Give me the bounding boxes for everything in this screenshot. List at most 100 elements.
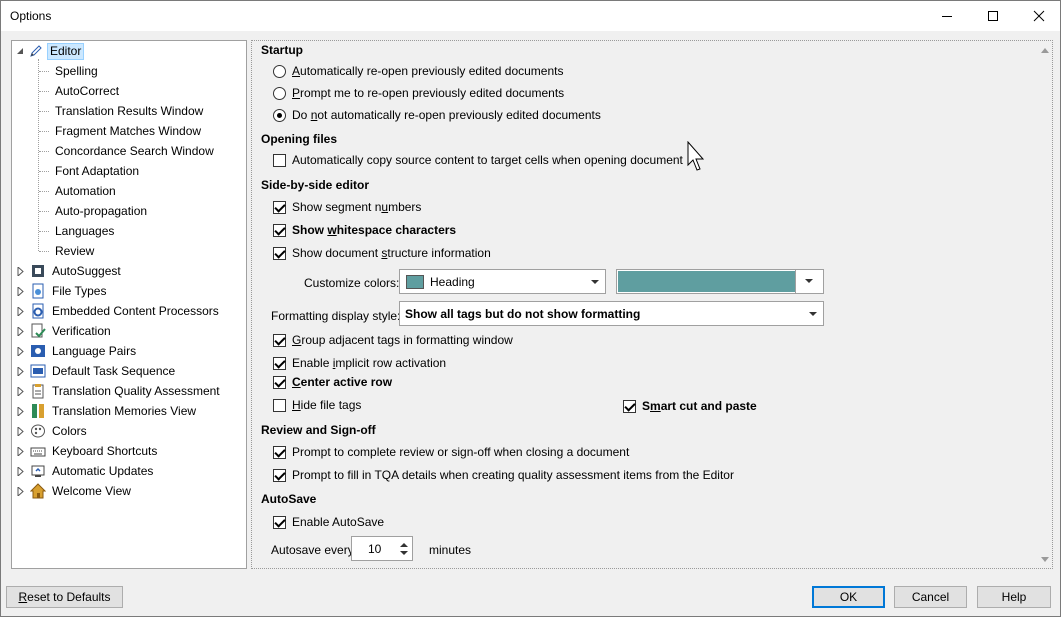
tree-item-languages[interactable]: Languages [39,221,117,241]
formatting-style-dropdown[interactable]: Show all tags but do not show formatting [399,301,824,326]
tree-item-automatic-updates[interactable]: Automatic Updates [16,461,156,481]
verification-icon [31,323,46,338]
radio-button[interactable] [273,86,286,100]
tree-item-automation[interactable]: Automation [39,181,119,201]
close-button[interactable] [1016,1,1061,31]
stepper-up-icon[interactable] [400,543,408,547]
ok-button[interactable]: OK [812,586,885,608]
checkbox-smart-cut-paste[interactable]: Smart cut and paste [623,399,757,413]
maximize-button[interactable] [970,1,1016,31]
collapsed-arrow-icon [17,466,24,476]
checkbox-prompt-tqa[interactable]: Prompt to fill in TQA details when creat… [273,468,734,482]
radio-do-not-reopen[interactable]: Do not automatically re-open previously … [273,108,601,122]
tree-item-translation-results-window[interactable]: Translation Results Window [39,101,206,121]
autosave-interval-value[interactable]: 10 [368,542,381,556]
tree-item-editor[interactable]: Editor [16,41,85,61]
radio-button[interactable] [273,64,286,78]
checkbox[interactable] [273,356,286,370]
checkbox[interactable] [273,398,286,412]
checkbox-show-structure[interactable]: Show document structure information [273,246,491,260]
checkbox-implicit-row[interactable]: Enable implicit row activation [273,356,446,370]
radio-button[interactable] [273,108,286,122]
formatting-style-value: Show all tags but do not show formatting [405,306,641,321]
tree-item-review[interactable]: Review [39,241,97,261]
stepper-down-icon[interactable] [400,551,408,555]
checkbox[interactable] [273,246,286,260]
title-bar: Options [1,1,1060,31]
tree-item-welcome-view[interactable]: Welcome View [16,481,134,501]
radio-label: Prompt me to re-open previously edited d… [292,86,565,100]
tree-item-autocorrect[interactable]: AutoCorrect [39,81,122,101]
collapsed-arrow-icon [17,406,24,416]
home-icon [30,483,46,499]
autosave-interval-stepper[interactable]: 10 [351,536,413,561]
button-label: Reset to Defaults [18,590,111,604]
checkbox-show-segment-numbers[interactable]: Show segment numbers [273,200,421,214]
radio-prompt-reopen[interactable]: Prompt me to re-open previously edited d… [273,86,564,100]
tree-item-autosuggest[interactable]: AutoSuggest [16,261,124,281]
scroll-up-icon[interactable] [1041,48,1049,53]
tree-item-label: Translation Memories View [52,403,197,418]
radio-label: Automatically re-open previously edited … [292,64,564,78]
radio-auto-reopen[interactable]: Automatically re-open previously edited … [273,64,564,78]
checkbox[interactable] [273,223,286,237]
tree-item-fragment-matches-window[interactable]: Fragment Matches Window [39,121,204,141]
chevron-down-icon [591,280,599,284]
tree-item-translation-quality-assessment[interactable]: Translation Quality Assessment [16,381,223,401]
customize-colors-label: Customize colors: [304,276,400,290]
checkbox-enable-autosave[interactable]: Enable AutoSave [273,515,384,529]
tree-item-concordance-search-window[interactable]: Concordance Search Window [39,141,217,161]
color-picker-button[interactable] [616,269,824,294]
tree-item-default-task-sequence[interactable]: Default Task Sequence [16,361,178,381]
checkbox[interactable] [623,399,636,413]
section-opening-files-heading: Opening files [261,132,338,146]
tree-item-label: Editor [47,42,85,60]
file-types-icon [32,283,44,299]
tree-item-file-types[interactable]: File Types [16,281,109,301]
checkbox-label: Show segment numbers [292,200,422,214]
checkbox-label: Enable AutoSave [292,515,385,529]
color-picker-dropdown[interactable] [795,270,823,293]
checkbox-hide-file-tags[interactable]: Hide file tags [273,398,361,412]
reset-to-defaults-button[interactable]: Reset to Defaults [6,586,123,608]
tree-item-label: Language Pairs [52,343,137,358]
checkbox[interactable] [273,200,286,214]
checkbox[interactable] [273,333,286,347]
tree-item-verification[interactable]: Verification [16,321,114,341]
collapsed-arrow-icon [17,306,24,316]
minimize-button[interactable] [924,1,970,31]
checkbox[interactable] [273,445,286,459]
section-side-by-side-heading: Side-by-side editor [261,178,370,192]
tree-item-keyboard-shortcuts[interactable]: Keyboard Shortcuts [16,441,160,461]
tree-item-label: Colors [52,423,87,438]
checkbox-label: Smart cut and paste [642,399,757,413]
checkbox[interactable] [273,515,286,529]
checkbox-group-tags[interactable]: Group adjacent tags in formatting window [273,333,513,347]
checkbox-label: Show document structure information [292,246,491,260]
checkbox[interactable] [273,375,286,389]
checkbox[interactable] [273,153,286,167]
color-item-dropdown[interactable]: Heading [399,269,606,294]
tree-item-spelling[interactable]: Spelling [39,61,101,81]
checkbox-copy-source[interactable]: Automatically copy source content to tar… [273,153,683,167]
tree-item-translation-memories-view[interactable]: Translation Memories View [16,401,199,421]
tree-item-embedded-content-processors[interactable]: Embedded Content Processors [16,301,222,321]
checkbox[interactable] [273,468,286,482]
tree-item-auto-propagation[interactable]: Auto-propagation [39,201,150,221]
tree-item-colors[interactable]: Colors [16,421,90,441]
expanded-arrow-icon [17,47,23,54]
checkbox-label: Show whitespace characters [292,223,457,237]
help-button[interactable]: Help [977,586,1051,608]
tree-item-label: Fragment Matches Window [55,123,202,138]
checkbox-prompt-complete-review[interactable]: Prompt to complete review or sign-off wh… [273,445,629,459]
tree-item-language-pairs[interactable]: Language Pairs [16,341,139,361]
keyboard-icon [30,447,46,457]
checkbox-label: Enable implicit row activation [292,356,447,370]
scroll-down-icon[interactable] [1041,557,1049,562]
checkbox-center-row[interactable]: Center active row [273,375,392,389]
translation-memories-icon [32,404,44,418]
language-pairs-icon [31,345,45,357]
checkbox-show-whitespace[interactable]: Show whitespace characters [273,223,456,237]
tree-item-font-adaptation[interactable]: Font Adaptation [39,161,142,181]
cancel-button[interactable]: Cancel [894,586,967,608]
